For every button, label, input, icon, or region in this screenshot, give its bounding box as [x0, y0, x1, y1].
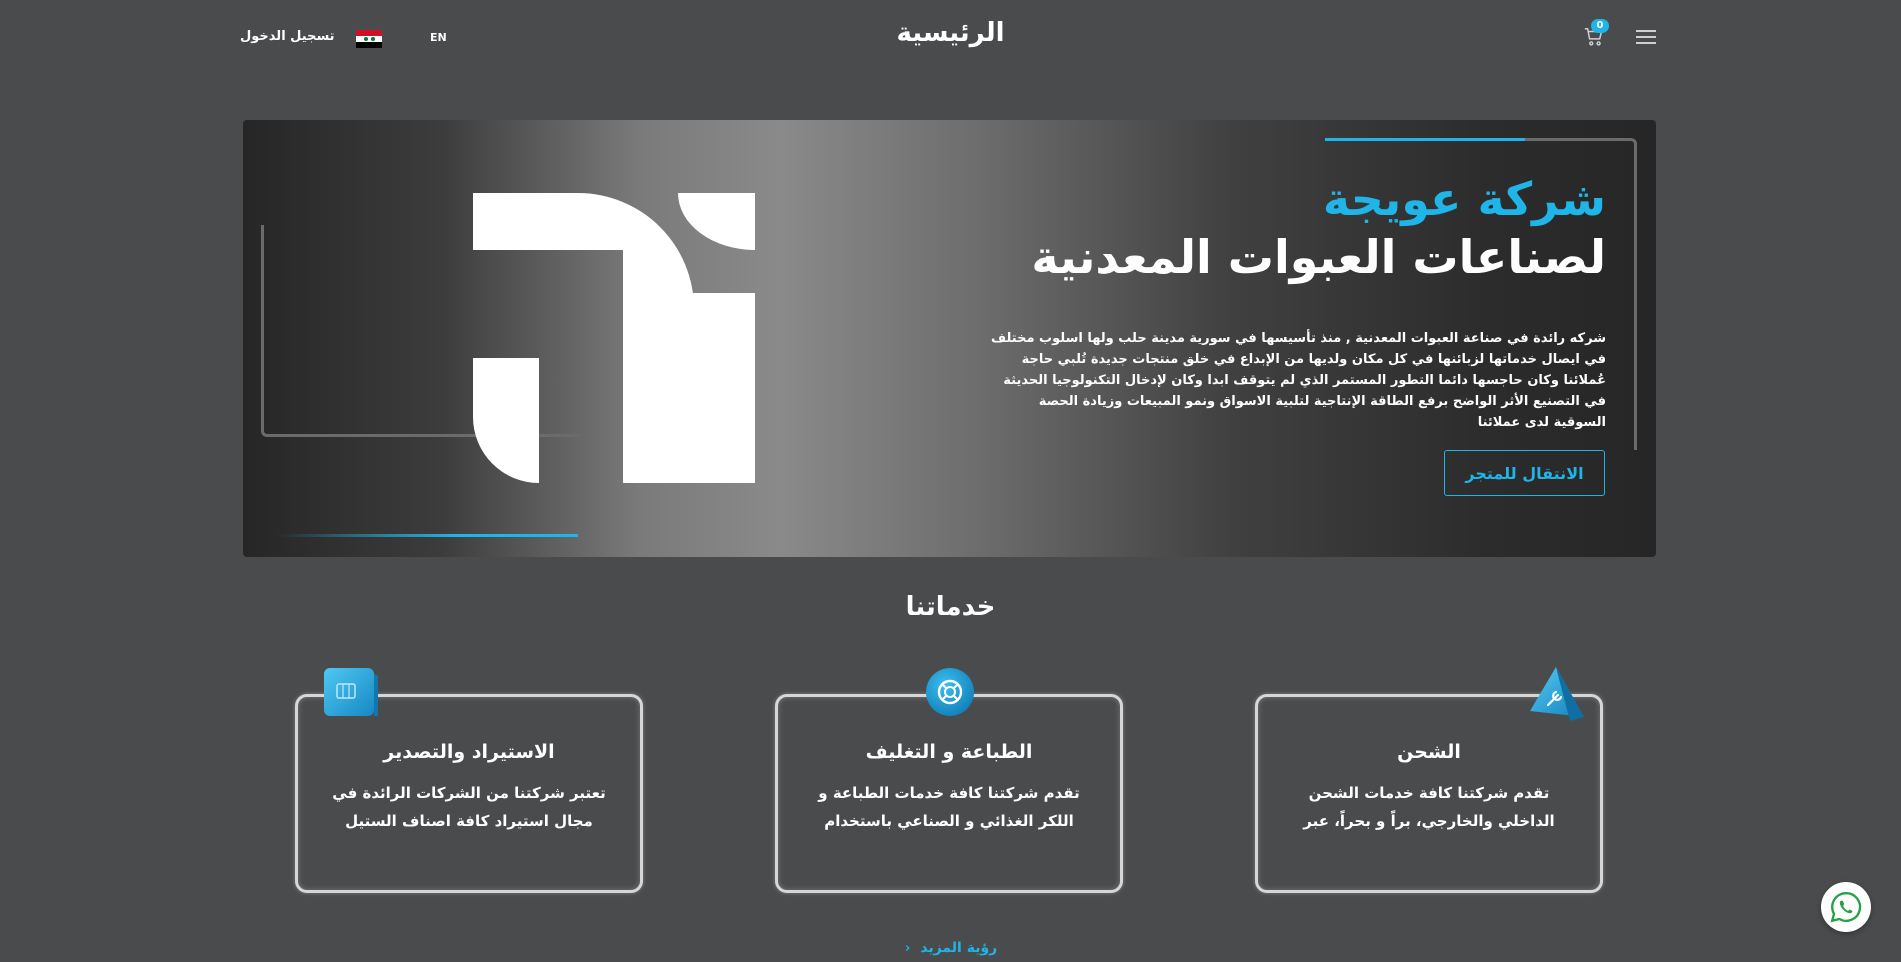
cart-count-badge: 0: [1591, 19, 1609, 33]
top-header: تسجيل الدخول EN الرئيسية 0: [0, 0, 1901, 80]
service-card-import-export[interactable]: الاستيراد والتصدير تعتبر شركتنا من الشرك…: [295, 668, 643, 893]
home-page: تسجيل الدخول EN الرئيسية 0 شركة عويجة لص…: [0, 0, 1901, 962]
see-more-label: رؤية المزيد: [920, 940, 998, 956]
service-text: تعتبر شركتنا من الشركات الرائدة في مجال …: [332, 784, 606, 830]
service-title: الاستيراد والتصدير: [383, 741, 555, 763]
service-card-printing-packaging[interactable]: الطباعة و التغليف تقدم شركتنا كافة خدمات…: [775, 668, 1123, 893]
language-switch[interactable]: EN: [430, 31, 447, 44]
service-text: تقدم شركتنا كافة خدمات الشحن الداخلي وال…: [1303, 784, 1555, 830]
hero-description: شركه رائدة في صناعة العبوات المعدنية , م…: [991, 331, 1606, 430]
box-icon: [322, 664, 380, 724]
hero-title-industry: لصناعات العبوات المعدنية: [1031, 230, 1606, 284]
service-title: الشحن: [1397, 741, 1461, 763]
service-text: تقدم شركتنا كافة خدمات الطباعة و اللكر ا…: [818, 784, 1080, 830]
wrench-icon: [1526, 665, 1586, 729]
see-more-link[interactable]: رؤية المزيد ‹: [905, 940, 997, 956]
lifebuoy-icon: [925, 667, 975, 721]
login-link[interactable]: تسجيل الدخول: [240, 29, 335, 44]
hamburger-menu-icon[interactable]: [1636, 30, 1656, 46]
syria-flag-icon[interactable]: [356, 30, 382, 48]
service-card-shipping[interactable]: الشحن تقدم شركتنا كافة خدمات الشحن الداخ…: [1255, 667, 1603, 893]
go-to-store-button[interactable]: الانتقال للمتجر: [1444, 450, 1605, 496]
company-logo: [473, 193, 755, 483]
services-heading: خدماتنا: [905, 592, 996, 622]
hero-frame-accent-right: [1325, 138, 1525, 141]
hero-banner: شركة عويجة لصناعات العبوات المعدنية شركه…: [243, 120, 1656, 557]
service-title: الطباعة و التغليف: [865, 741, 1033, 763]
hero-title-company: شركة عويجة: [1322, 172, 1606, 226]
chevron-left-icon: ‹: [905, 940, 911, 956]
hero-frame-accent-left: [278, 534, 578, 537]
whatsapp-icon[interactable]: [1821, 882, 1871, 932]
